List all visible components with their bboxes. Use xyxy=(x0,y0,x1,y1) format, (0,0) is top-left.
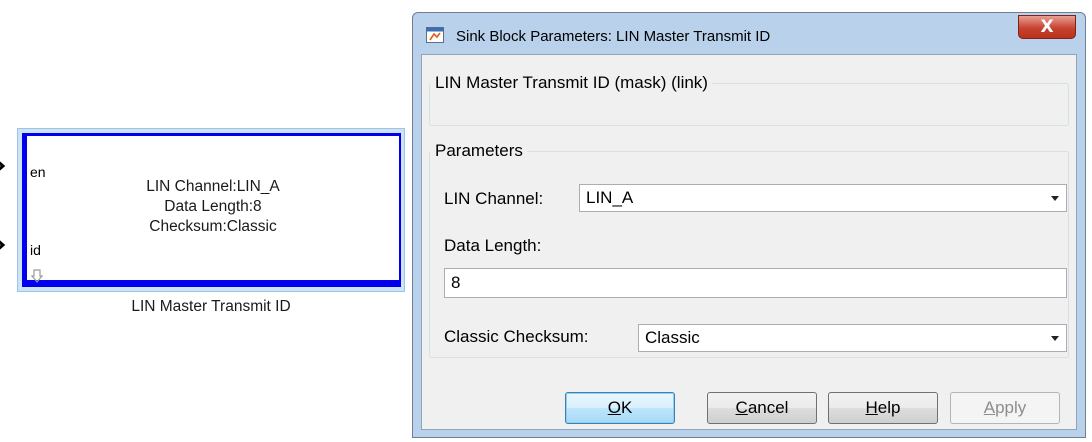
ok-button[interactable]: OK xyxy=(565,392,675,424)
parameters-group-title: Parameters xyxy=(431,141,527,161)
trigger-port-icon xyxy=(31,269,43,283)
apply-mnemonic: A xyxy=(983,398,996,417)
block-text-checksum: Checksum:Classic xyxy=(149,218,277,235)
cancel-mnemonic: C xyxy=(735,398,748,417)
block-selection-frame[interactable]: en id LIN Channel:LIN_A Data Length:8 Ch… xyxy=(0,128,405,292)
cancel-button[interactable]: Cancel xyxy=(707,392,817,424)
lin-channel-value: LIN_A xyxy=(586,188,634,207)
simulink-app-icon xyxy=(426,27,444,43)
chevron-down-icon xyxy=(1051,336,1059,341)
apply-button[interactable]: Apply xyxy=(950,392,1060,424)
lin-channel-label: LIN Channel: xyxy=(444,189,544,208)
dialog-titlebar[interactable]: Sink Block Parameters: LIN Master Transm… xyxy=(413,13,1085,53)
description-group-title: LIN Master Transmit ID (mask) (link) xyxy=(431,73,712,93)
cancel-label-rest: ancel xyxy=(747,398,789,417)
ok-mnemonic: O xyxy=(607,398,621,417)
apply-label-rest: pply xyxy=(995,398,1027,417)
port-label-id: id xyxy=(30,242,41,258)
input-port-arrow-id xyxy=(0,240,6,250)
data-length-input[interactable]: 8 xyxy=(444,268,1067,298)
help-button[interactable]: Help xyxy=(828,392,938,424)
chevron-down-icon xyxy=(1051,196,1059,201)
data-length-label: Data Length: xyxy=(444,236,542,255)
dialog-client-area: LIN Master Transmit ID (mask) (link) Par… xyxy=(421,54,1077,430)
ok-label-rest: K xyxy=(620,398,633,417)
close-button[interactable]: X xyxy=(1018,15,1076,39)
block-text-length: Data Length:8 xyxy=(164,198,262,215)
close-icon: X xyxy=(1040,17,1054,37)
block-parameters-dialog: Sink Block Parameters: LIN Master Transm… xyxy=(412,12,1086,438)
lin-master-transmit-block[interactable]: en id LIN Channel:LIN_A Data Length:8 Ch… xyxy=(22,133,401,287)
block-text-channel: LIN Channel:LIN_A xyxy=(146,178,280,195)
block-name-label[interactable]: LIN Master Transmit ID xyxy=(17,298,405,316)
classic-checksum-label: Classic Checksum: xyxy=(444,327,589,346)
dialog-title: Sink Block Parameters: LIN Master Transm… xyxy=(456,28,771,45)
input-port-arrow-en xyxy=(0,161,6,171)
help-mnemonic: H xyxy=(865,398,878,417)
lin-channel-dropdown[interactable]: LIN_A xyxy=(579,184,1067,212)
classic-checksum-value: Classic xyxy=(645,328,700,347)
help-label-rest: elp xyxy=(877,398,901,417)
block-mask-text: LIN Channel:LIN_A Data Length:8 Checksum… xyxy=(27,177,399,237)
classic-checksum-dropdown[interactable]: Classic xyxy=(638,324,1067,352)
